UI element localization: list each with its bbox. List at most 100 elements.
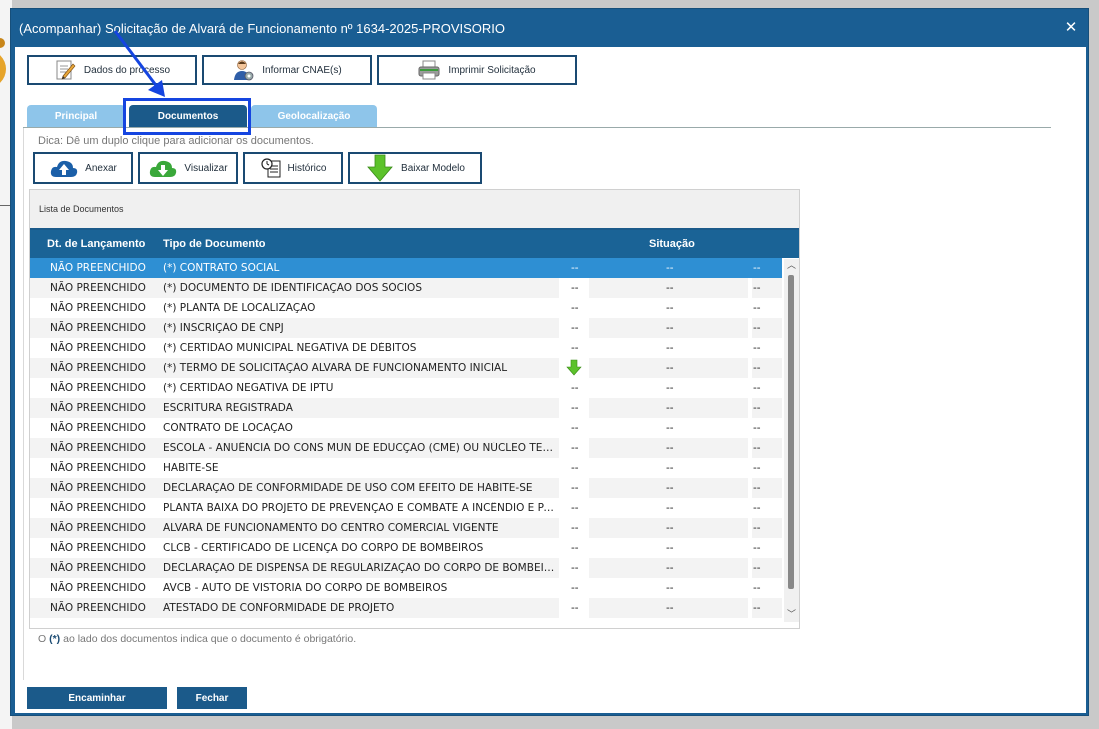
fechar-button[interactable]: Fechar — [177, 687, 247, 709]
cell-separator — [748, 258, 752, 278]
cell-separator — [748, 598, 752, 618]
table-row[interactable]: NÃO PREENCHIDO CONTRATO DE LOCAÇÃO -- -- -- — [30, 418, 782, 438]
row-document-type: ESCRITURA REGISTRADA — [163, 402, 293, 414]
row-date: NÃO PREENCHIDO — [50, 502, 146, 514]
row-document-type: HABITE-SE — [163, 462, 219, 474]
row-cell: -- — [571, 422, 579, 434]
row-document-type: (*) INSCRIÇÃO DE CNPJ — [163, 322, 284, 334]
row-date: NÃO PREENCHIDO — [50, 582, 146, 594]
table-row[interactable]: NÃO PREENCHIDO ATESTADO DE CONFORMIDADE D… — [30, 598, 782, 618]
anexar-button[interactable]: Anexar — [33, 152, 133, 184]
row-document-type: (*) CONTRATO SOCIAL — [163, 262, 280, 274]
table-row[interactable]: NÃO PREENCHIDO (*) CONTRATO SOCIAL -- -- -- — [30, 258, 782, 278]
row-cell: -- — [753, 422, 761, 434]
cloud-download-icon — [148, 157, 178, 179]
cell-separator — [748, 418, 752, 438]
table-row[interactable]: NÃO PREENCHIDO (*) PLANTA DE LOCALIZAÇÃO -… — [30, 298, 782, 318]
row-cell: -- — [571, 442, 579, 454]
row-status: -- — [666, 522, 674, 534]
list-caption: Lista de Documentos — [30, 190, 799, 230]
background-decoration — [0, 50, 6, 88]
cell-separator — [748, 538, 752, 558]
dados-do-processo-button[interactable]: Dados do processo — [27, 55, 197, 85]
row-date: NÃO PREENCHIDO — [50, 462, 146, 474]
footnote-text: ao lado dos documentos indica que o docu… — [60, 633, 357, 645]
cell-separator — [748, 558, 752, 578]
panel-border — [23, 128, 24, 680]
row-status: -- — [666, 562, 674, 574]
table-row[interactable]: NÃO PREENCHIDO (*) CERTIDÃO MUNICIPAL NEG… — [30, 338, 782, 358]
document-list-panel: Lista de Documentos Dt. de Lançamento Ti… — [29, 189, 800, 629]
dados-do-processo-label: Dados do processo — [83, 64, 171, 76]
hint-text: Dica: Dê um duplo clique para adicionar … — [38, 135, 314, 147]
row-status: -- — [666, 302, 674, 314]
table-row[interactable]: NÃO PREENCHIDO DECLARAÇÃO DE CONFORMIDADE… — [30, 478, 782, 498]
cell-separator — [748, 398, 752, 418]
table-row[interactable]: NÃO PREENCHIDO (*) DOCUMENTO DE IDENTIFIC… — [30, 278, 782, 298]
row-cell: -- — [571, 342, 579, 354]
row-cell: -- — [753, 322, 761, 334]
row-cell: -- — [753, 402, 761, 414]
scroll-up-icon[interactable]: ︿ — [784, 259, 799, 273]
cell-separator — [748, 278, 752, 298]
table-row[interactable]: NÃO PREENCHIDO (*) INSCRIÇÃO DE CNPJ -- -- -… — [30, 318, 782, 338]
row-document-type: (*) CERTIDÃO NEGATIVA DE IPTU — [163, 382, 334, 394]
row-cell: -- — [571, 402, 579, 414]
row-cell: -- — [571, 522, 579, 534]
tab-geolocalizacao[interactable]: Geolocalização — [251, 105, 377, 127]
row-date: NÃO PREENCHIDO — [50, 542, 146, 554]
row-date: NÃO PREENCHIDO — [50, 442, 146, 454]
table-row[interactable]: NÃO PREENCHIDO ALVARÁ DE FUNCIONAMENTO DO… — [30, 518, 782, 538]
row-date: NÃO PREENCHIDO — [50, 302, 146, 314]
encaminhar-button[interactable]: Encaminhar — [27, 687, 167, 709]
row-date: NÃO PREENCHIDO — [50, 342, 146, 354]
cell-separator — [748, 378, 752, 398]
baixar-modelo-button[interactable]: Baixar Modelo — [348, 152, 482, 184]
informar-cnae-button[interactable]: Informar CNAE(s) — [202, 55, 372, 85]
row-status: -- — [666, 382, 674, 394]
cell-separator — [748, 498, 752, 518]
row-date: NÃO PREENCHIDO — [50, 602, 146, 614]
table-row[interactable]: NÃO PREENCHIDO DECLARAÇÃO DE DISPENSA DE … — [30, 558, 782, 578]
modal-dialog: (Acompanhar) Solicitação de Alvará de Fu… — [10, 8, 1089, 716]
tab-principal[interactable]: Principal — [27, 105, 125, 127]
download-arrow-icon[interactable] — [566, 359, 582, 376]
vertical-scrollbar[interactable]: ︿ ﹀ — [784, 259, 799, 622]
tab-documentos[interactable]: Documentos — [129, 105, 247, 127]
cell-separator — [748, 298, 752, 318]
close-icon[interactable]: ✕ — [1062, 18, 1080, 36]
row-cell: -- — [753, 302, 761, 314]
table-row[interactable]: NÃO PREENCHIDO HABITE-SE -- -- -- — [30, 458, 782, 478]
row-cell: -- — [753, 282, 761, 294]
table-row[interactable]: NÃO PREENCHIDO AVCB - AUTO DE VISTORIA DO… — [30, 578, 782, 598]
table-row[interactable]: NÃO PREENCHIDO ESCOLA - ANUÊNCIA DO CONS … — [30, 438, 782, 458]
row-cell: -- — [753, 502, 761, 514]
row-status: -- — [666, 582, 674, 594]
row-cell: -- — [571, 262, 579, 274]
row-document-type: DECLARAÇÃO DE DISPENSA DE REGULARIZAÇÃO … — [163, 562, 558, 574]
historico-label: Histórico — [287, 162, 327, 174]
row-date: NÃO PREENCHIDO — [50, 322, 146, 334]
imprimir-solicitacao-button[interactable]: Imprimir Solicitação — [377, 55, 577, 85]
historico-button[interactable]: Histórico — [243, 152, 343, 184]
visualizar-button[interactable]: Visualizar — [138, 152, 238, 184]
row-document-type: CLCB - CERTIFICADO DE LICENÇA DO CORPO D… — [163, 542, 484, 554]
table-row[interactable]: NÃO PREENCHIDO (*) TERMO DE SOLICITAÇÃO A… — [30, 358, 782, 378]
required-footnote: O (*) ao lado dos documentos indica que … — [38, 633, 356, 645]
row-date: NÃO PREENCHIDO — [50, 482, 146, 494]
scroll-down-icon[interactable]: ﹀ — [784, 608, 799, 622]
row-cell: -- — [571, 282, 579, 294]
row-cell: -- — [753, 602, 761, 614]
table-row[interactable]: NÃO PREENCHIDO ESCRITURA REGISTRADA -- -- -- — [30, 398, 782, 418]
table-row[interactable]: NÃO PREENCHIDO CLCB - CERTIFICADO DE LICE… — [30, 538, 782, 558]
row-document-type: (*) CERTIDÃO MUNICIPAL NEGATIVA DE DÉBIT… — [163, 342, 417, 354]
cell-separator — [748, 578, 752, 598]
row-date: NÃO PREENCHIDO — [50, 282, 146, 294]
edit-document-icon — [54, 59, 76, 81]
row-document-type: ALVARÁ DE FUNCIONAMENTO DO CENTRO COMERC… — [163, 522, 499, 534]
imprimir-solicitacao-label: Imprimir Solicitação — [448, 64, 536, 76]
row-status: -- — [666, 342, 674, 354]
table-row[interactable]: NÃO PREENCHIDO PLANTA BAIXA DO PROJETO DE… — [30, 498, 782, 518]
scroll-thumb[interactable] — [788, 275, 794, 589]
table-row[interactable]: NÃO PREENCHIDO (*) CERTIDÃO NEGATIVA DE I… — [30, 378, 782, 398]
